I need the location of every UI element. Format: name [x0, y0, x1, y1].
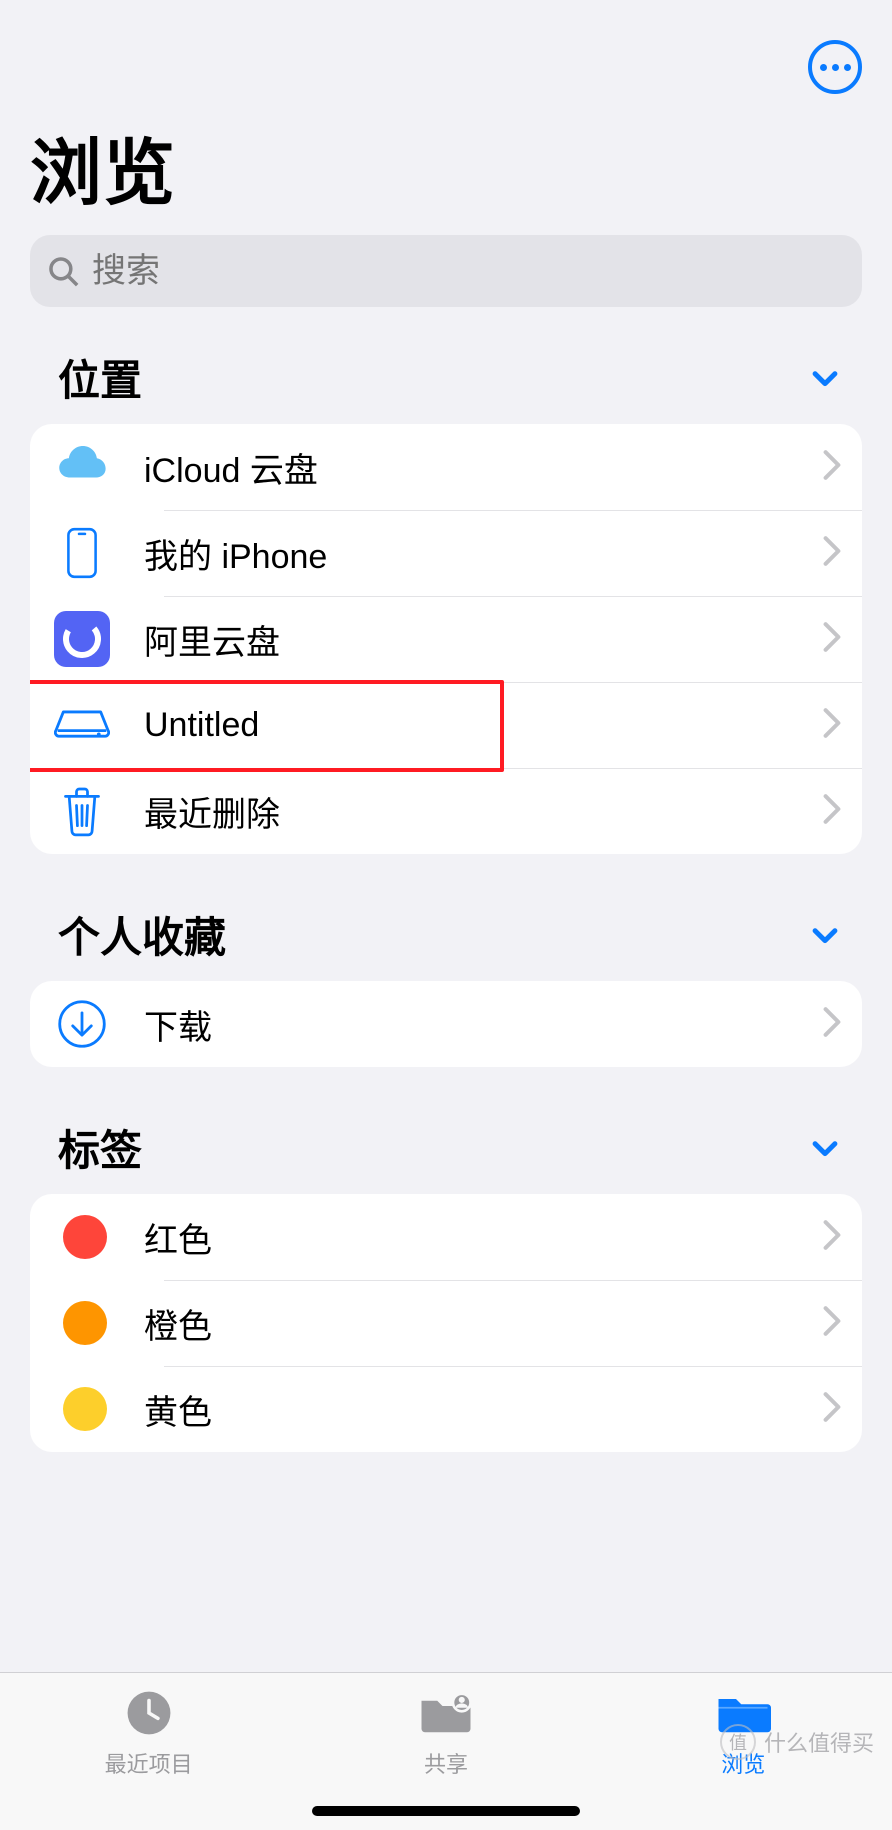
chevron-right-icon — [822, 449, 842, 486]
more-options-button[interactable] — [808, 40, 862, 94]
row-label: iCloud 云盘 — [144, 443, 822, 492]
location-row-icloud[interactable]: iCloud 云盘 — [30, 424, 862, 510]
tags-title: 标签 — [58, 1117, 142, 1178]
tags-header[interactable]: 标签 — [0, 1117, 892, 1178]
row-label: 红色 — [144, 1213, 822, 1262]
chevron-right-icon — [822, 1391, 842, 1428]
chevron-right-icon — [822, 1219, 842, 1256]
tab-label: 最近项目 — [105, 1747, 193, 1779]
chevron-right-icon — [822, 621, 842, 658]
row-label: 橙色 — [144, 1299, 822, 1348]
location-row-aliyun[interactable]: 阿里云盘 — [30, 596, 862, 682]
iphone-icon — [54, 525, 110, 581]
trash-icon — [54, 783, 110, 839]
locations-title: 位置 — [58, 347, 142, 408]
icloud-icon — [54, 439, 110, 495]
home-indicator[interactable] — [312, 1806, 580, 1816]
chevron-down-icon[interactable] — [808, 1131, 842, 1165]
tab-recent[interactable]: 最近项目 — [49, 1685, 249, 1779]
chevron-right-icon — [822, 1006, 842, 1043]
tab-shared[interactable]: 共享 — [346, 1685, 546, 1779]
chevron-right-icon — [822, 793, 842, 830]
chevron-right-icon — [822, 707, 842, 744]
chevron-down-icon[interactable] — [808, 918, 842, 952]
clock-icon — [121, 1685, 177, 1741]
locations-list: iCloud 云盘 我的 iPhone 阿里云盘 Untitled — [30, 424, 862, 854]
watermark: 值 什么值得买 — [720, 1724, 874, 1760]
favorite-row-downloads[interactable]: 下载 — [30, 981, 862, 1067]
download-icon — [54, 996, 110, 1052]
chevron-down-icon[interactable] — [808, 361, 842, 395]
shared-folder-icon — [418, 1685, 474, 1741]
location-row-iphone[interactable]: 我的 iPhone — [30, 510, 862, 596]
row-label: 黄色 — [144, 1385, 822, 1434]
row-label: Untitled — [144, 706, 822, 745]
row-label: 阿里云盘 — [144, 615, 822, 664]
watermark-text: 什么值得买 — [764, 1726, 874, 1758]
search-input[interactable] — [92, 252, 846, 291]
tag-row-yellow[interactable]: 黄色 — [30, 1366, 862, 1452]
tag-color-dot — [54, 1381, 110, 1437]
search-field[interactable] — [30, 235, 862, 307]
search-icon — [46, 254, 80, 288]
locations-header[interactable]: 位置 — [0, 347, 892, 408]
external-drive-icon — [54, 697, 110, 753]
favorites-header[interactable]: 个人收藏 — [0, 904, 892, 965]
top-bar — [0, 0, 892, 94]
favorites-title: 个人收藏 — [58, 904, 226, 965]
tags-list: 红色 橙色 黄色 — [30, 1194, 862, 1452]
location-row-trash[interactable]: 最近删除 — [30, 768, 862, 854]
tag-color-dot — [54, 1295, 110, 1351]
tag-row-orange[interactable]: 橙色 — [30, 1280, 862, 1366]
chevron-right-icon — [822, 535, 842, 572]
row-label: 最近删除 — [144, 787, 822, 836]
location-row-untitled[interactable]: Untitled — [30, 682, 862, 768]
favorites-list: 下载 — [30, 981, 862, 1067]
chevron-right-icon — [822, 1305, 842, 1342]
row-label: 下载 — [144, 1000, 822, 1049]
tag-row-red[interactable]: 红色 — [30, 1194, 862, 1280]
page-title: 浏览 — [0, 94, 892, 235]
tab-label: 共享 — [424, 1747, 468, 1779]
aliyun-icon — [54, 611, 110, 667]
tag-color-dot — [54, 1209, 110, 1265]
watermark-badge: 值 — [720, 1724, 756, 1760]
row-label: 我的 iPhone — [144, 529, 822, 578]
